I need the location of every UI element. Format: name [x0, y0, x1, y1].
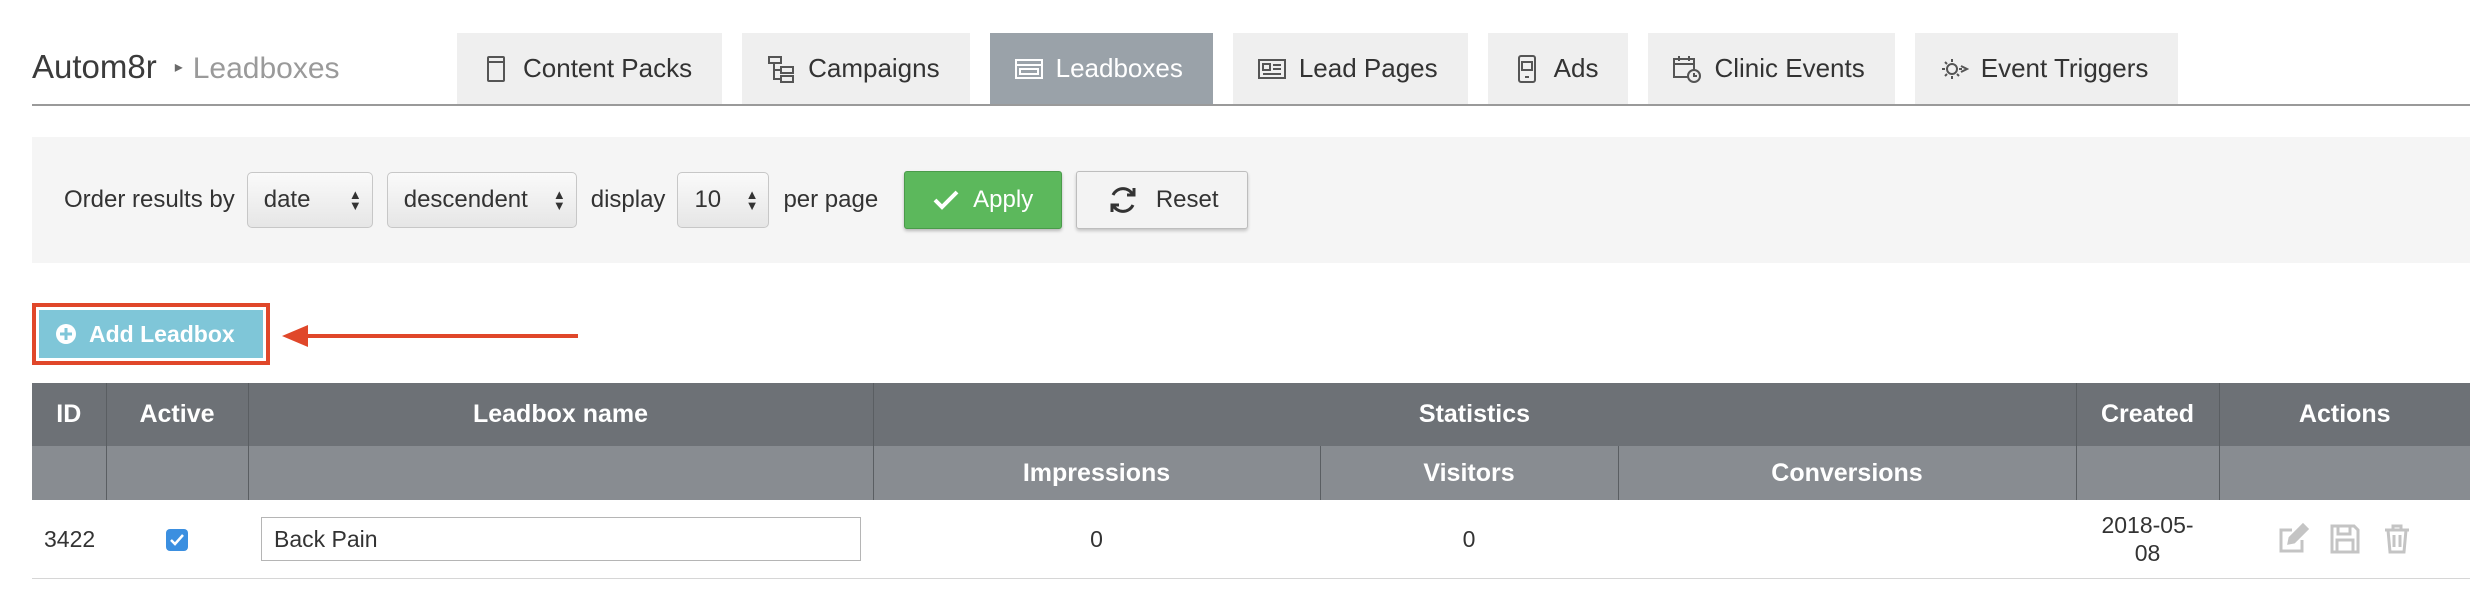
tab-event-triggers[interactable]: Event Triggers	[1914, 33, 2179, 104]
save-icon[interactable]	[2328, 522, 2362, 556]
subheader-empty	[247, 446, 873, 500]
tab-content-packs[interactable]: Content Packs	[457, 33, 723, 104]
row-actions	[2220, 522, 2469, 556]
page-header: Autom8r ▸ Leadboxes Content Packs Campai…	[32, 30, 2470, 106]
ads-icon	[1517, 54, 1536, 83]
direction-select[interactable]: descendent ▲ ▼	[386, 172, 577, 228]
header-visitors[interactable]: Visitors	[1319, 446, 1618, 500]
cell-created: 2018-05- 08	[2076, 500, 2219, 579]
document-icon	[487, 55, 505, 82]
header-impressions[interactable]: Impressions	[872, 446, 1320, 500]
select-arrows-icon: ▲ ▼	[745, 187, 759, 213]
cell-id: 3422	[32, 500, 106, 579]
leadbox-table: ID Active Leadbox name Statistics Create…	[32, 383, 2470, 579]
checkmark-icon	[170, 534, 184, 547]
header-id[interactable]: ID	[32, 383, 106, 446]
add-leadbox-button[interactable]: Add Leadbox	[39, 310, 263, 358]
cell-name	[248, 500, 873, 579]
subheader-empty	[32, 446, 106, 500]
cell-impressions: 0	[873, 500, 1320, 579]
header-created[interactable]: Created	[2075, 383, 2219, 446]
sitemap-icon	[768, 55, 795, 83]
select-arrows-icon: ▲ ▼	[348, 187, 362, 213]
cell-active	[106, 500, 248, 579]
tab-label: Clinic Events	[1714, 53, 1865, 83]
leadbox-icon	[1014, 58, 1043, 79]
direction-value: descendent	[403, 186, 528, 213]
per-page-label: per page	[783, 186, 879, 213]
order-label: Order results by	[64, 186, 235, 213]
filter-bar: Order results by date ▲ ▼ descendent ▲ ▼ d…	[32, 137, 2470, 263]
subheader-empty	[2075, 446, 2219, 500]
subheader-empty	[105, 446, 248, 500]
breadcrumb-app[interactable]: Autom8r	[32, 48, 157, 86]
breadcrumb-separator-icon: ▸	[174, 59, 183, 76]
tab-label: Campaigns	[808, 53, 940, 83]
reset-button[interactable]: Reset	[1076, 171, 1249, 229]
display-label: display	[590, 186, 666, 213]
tab-label: Ads	[1553, 53, 1599, 83]
table-row: 3422 0 0 2018-05- 08	[32, 500, 2470, 579]
header-actions: Actions	[2218, 383, 2470, 446]
tab-clinic-events[interactable]: Clinic Events	[1648, 33, 1895, 104]
order-by-value: date	[263, 186, 311, 213]
plus-circle-icon	[56, 324, 76, 344]
tab-ads[interactable]: Ads	[1487, 33, 1629, 104]
cell-conversions	[1618, 500, 2076, 579]
checkmark-icon	[933, 190, 959, 210]
active-checkbox[interactable]	[166, 529, 188, 552]
reset-label: Reset	[1155, 186, 1219, 213]
tab-label: Event Triggers	[1980, 53, 2149, 83]
annotation-arrow-icon	[282, 325, 578, 347]
created-date: 2018-05- 08	[2101, 512, 2194, 566]
cell-actions	[2219, 500, 2470, 579]
add-leadbox-highlight: Add Leadbox	[32, 303, 270, 365]
tab-campaigns[interactable]: Campaigns	[742, 33, 970, 104]
header-statistics: Statistics	[872, 383, 2076, 446]
header-conversions[interactable]: Conversions	[1617, 446, 2076, 500]
refresh-icon	[1110, 187, 1136, 213]
tab-label: Leadboxes	[1055, 53, 1183, 83]
add-leadbox-label: Add Leadbox	[89, 320, 235, 347]
tab-lead-pages[interactable]: Lead Pages	[1232, 33, 1468, 104]
apply-label: Apply	[973, 186, 1034, 213]
order-by-select[interactable]: date ▲ ▼	[246, 172, 373, 228]
trash-icon[interactable]	[2380, 522, 2414, 556]
leadbox-name-input[interactable]	[261, 517, 861, 561]
breadcrumb: Autom8r ▸ Leadboxes	[32, 48, 340, 86]
calendar-clock-icon	[1673, 55, 1702, 83]
table-header-row: ID Active Leadbox name Statistics Create…	[32, 383, 2470, 446]
select-arrows-icon: ▲ ▼	[552, 187, 566, 213]
per-page-value: 10	[694, 186, 722, 213]
tab-leadboxes[interactable]: Leadboxes	[989, 33, 1213, 104]
edit-icon[interactable]	[2276, 522, 2310, 556]
tab-label: Lead Pages	[1298, 53, 1438, 83]
tab-label: Content Packs	[523, 53, 693, 83]
subheader-empty	[2218, 446, 2470, 500]
breadcrumb-current: Leadboxes	[192, 52, 340, 85]
gear-trigger-icon	[1941, 58, 1969, 79]
newspaper-icon	[1257, 58, 1286, 79]
table-subheader-row: Impressions Visitors Conversions	[32, 446, 2470, 500]
tab-bar: Content Packs Campaigns Leadboxes Lead P…	[457, 33, 2179, 104]
header-active[interactable]: Active	[105, 383, 248, 446]
apply-button[interactable]: Apply	[904, 171, 1063, 229]
per-page-select[interactable]: 10 ▲ ▼	[677, 172, 770, 228]
cell-visitors: 0	[1320, 500, 1618, 579]
header-leadbox-name[interactable]: Leadbox name	[247, 383, 873, 446]
